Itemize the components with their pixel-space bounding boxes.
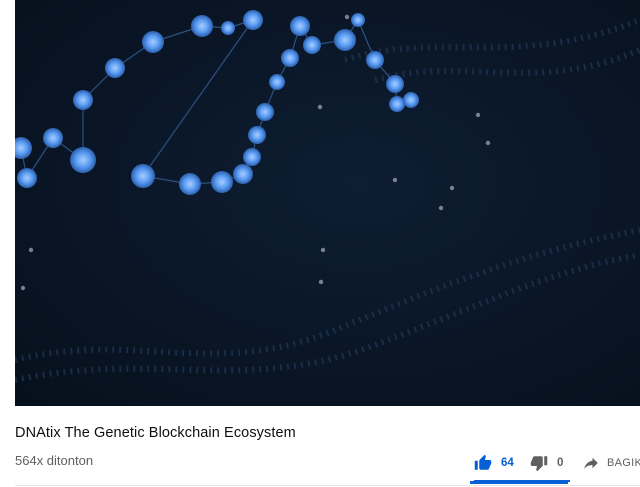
helix-node xyxy=(73,90,93,110)
dislike-button[interactable]: 0 xyxy=(530,446,563,480)
share-label: BAGIKAN xyxy=(607,457,640,469)
helix-node xyxy=(179,173,201,195)
action-bar: 64 0 BAGIKAN xyxy=(470,446,640,482)
helix-node xyxy=(70,147,96,173)
helix-node xyxy=(303,36,321,54)
divider xyxy=(15,485,640,486)
video-page: DNAtix The Genetic Blockchain Ecosystem … xyxy=(0,0,640,487)
helix-node xyxy=(351,13,365,27)
helix-node xyxy=(105,58,125,78)
helix-node xyxy=(43,128,63,148)
helix-node xyxy=(233,164,253,184)
faint-dna-strand xyxy=(344,17,640,63)
share-button[interactable]: BAGIKAN xyxy=(582,446,640,480)
speck xyxy=(392,177,398,183)
helix-node xyxy=(248,126,266,144)
helix-node xyxy=(386,75,404,93)
speck xyxy=(344,14,350,20)
speck xyxy=(320,247,326,253)
video-title: DNAtix The Genetic Blockchain Ecosystem xyxy=(15,425,296,441)
speck xyxy=(475,112,481,118)
share-arrow-icon xyxy=(582,454,600,472)
helix-node xyxy=(15,137,32,159)
helix-node xyxy=(366,51,384,69)
helix-node xyxy=(243,148,261,166)
helix-node xyxy=(131,164,155,188)
helix-node xyxy=(211,171,233,193)
helix-node xyxy=(281,49,299,67)
video-frame-dna-helix xyxy=(15,10,640,383)
video-player[interactable] xyxy=(15,0,640,406)
speck xyxy=(318,279,324,285)
helix-node xyxy=(403,92,419,108)
faint-dna-strand xyxy=(374,47,640,83)
speck xyxy=(449,185,455,191)
helix-node xyxy=(334,29,356,51)
helix-node xyxy=(389,96,405,112)
helix-node xyxy=(191,15,213,37)
faint-dna-strand xyxy=(15,252,640,383)
speck xyxy=(28,247,34,253)
faint-dna-strand xyxy=(15,227,640,363)
thumb-up-icon xyxy=(474,454,492,472)
helix-node xyxy=(290,16,310,36)
helix-node xyxy=(256,103,274,121)
like-count: 64 xyxy=(501,457,514,469)
speck xyxy=(20,285,26,291)
speck xyxy=(485,140,491,146)
thumb-down-icon xyxy=(530,454,548,472)
helix-node xyxy=(269,74,285,90)
helix-node xyxy=(17,168,37,188)
helix-node xyxy=(243,10,263,30)
speck xyxy=(317,104,323,110)
view-count: 564x ditonton xyxy=(15,453,94,468)
dislike-count: 0 xyxy=(557,457,564,469)
like-ratio-bar xyxy=(470,481,568,484)
speck xyxy=(438,205,444,211)
helix-node xyxy=(221,21,235,35)
helix-node xyxy=(142,31,164,53)
